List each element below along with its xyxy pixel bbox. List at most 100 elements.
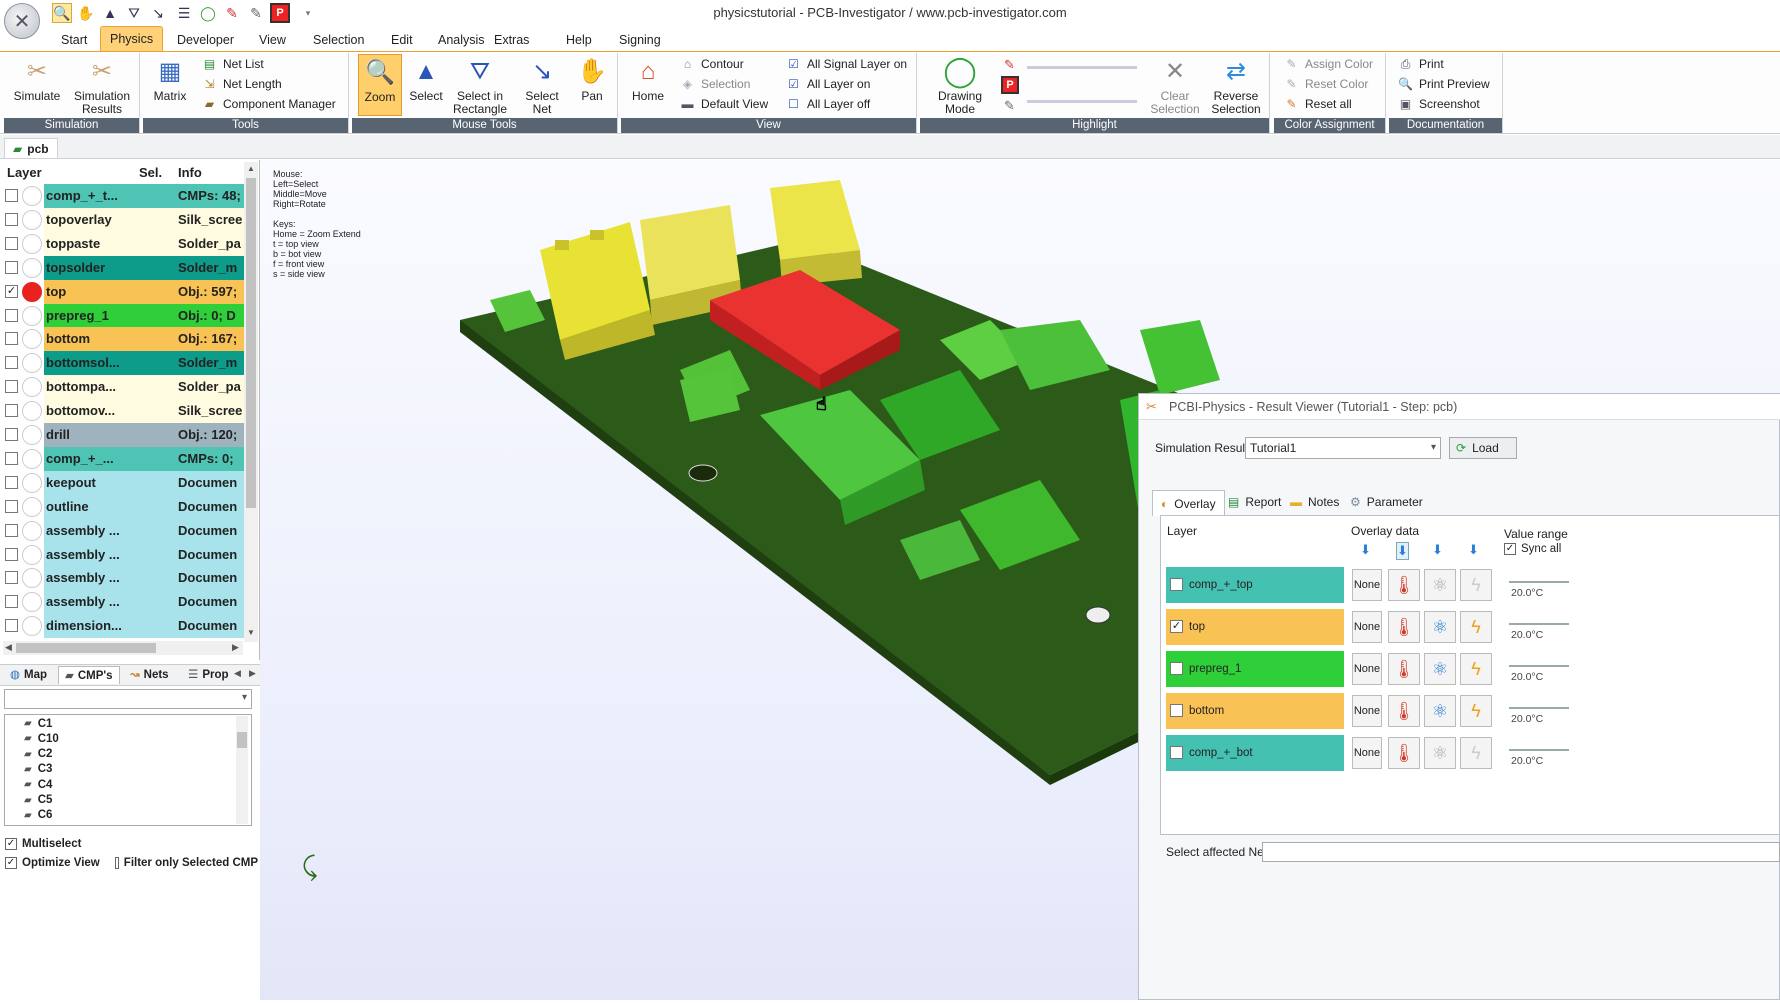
none-overlay-button[interactable]: None [1352,737,1382,769]
value-range-slider[interactable] [1509,665,1569,667]
none-overlay-button[interactable]: None [1352,695,1382,727]
line-opacity-slider[interactable] [1027,100,1137,103]
screenshot-button[interactable]: ▣ Screenshot [1398,95,1480,113]
tab-nets[interactable]: ↝ Nets [124,666,175,684]
layer-sel-cell[interactable] [133,494,174,519]
menu-signing[interactable]: Signing [610,30,670,50]
select-net-button[interactable]: ↘ Select Net [516,54,568,116]
menu-selection[interactable]: Selection [304,30,373,50]
layer-color-dot[interactable] [22,425,42,445]
temperature-icon[interactable]: 🌡 [1388,653,1420,685]
assign-color-button[interactable]: ✎ Assign Color [1284,55,1373,73]
layer-sel-cell[interactable] [133,279,174,304]
layer-color-dot[interactable] [22,281,42,302]
component-manager-button[interactable]: ▰ Component Manager [202,95,336,113]
layer-color-dot[interactable] [22,305,42,326]
checkbox-empty-icon[interactable] [5,595,18,609]
menu-view[interactable]: View [250,30,295,50]
layer-row[interactable]: bottom Obj.: 167; [3,327,244,352]
layer-sel-cell[interactable] [133,327,174,352]
none-overlay-button[interactable]: None [1352,569,1382,601]
select-button[interactable]: ▲ Select [404,54,448,116]
none-overlay-button[interactable]: None [1352,611,1382,643]
layer-row[interactable]: bottomsol... Solder_m [3,351,244,376]
layer-sel-cell[interactable] [133,375,174,400]
net-length-button[interactable]: ⇲ Net Length [202,75,281,93]
layer-sel-cell[interactable] [133,566,174,591]
layer-color-dot[interactable] [22,592,42,613]
layer-color-dot[interactable] [22,257,42,278]
tab-report[interactable]: ▤ Report [1220,490,1289,514]
tab-parameter[interactable]: ⚙ Parameter [1342,490,1431,514]
checkbox-empty-icon[interactable] [5,236,18,250]
scroll-right-icon[interactable]: ▶ [232,642,239,653]
layer-row[interactable]: assembly ... Documen [3,590,244,615]
atom-icon[interactable]: ⚛ [1424,569,1456,601]
all-layer-off-button[interactable]: ☐ All Layer off [786,95,870,113]
layer-color-dot[interactable] [22,496,42,517]
layer-row[interactable]: bottompa... Solder_pa [3,375,244,400]
optimize-view-checkbox[interactable]: ✓ Optimize View [5,857,100,869]
lightning-icon[interactable]: ϟ [1460,611,1492,643]
home-button[interactable]: ⌂ Home [626,54,670,116]
layer-color-dot[interactable] [22,233,42,254]
layer-color-dot[interactable] [22,401,42,422]
pen-icon[interactable]: ✎ [1004,57,1015,73]
layer-sel-cell[interactable] [133,470,174,495]
checkbox-empty-icon[interactable] [5,356,18,370]
layer-color-dot[interactable] [22,616,42,637]
checkbox-empty-icon[interactable] [5,571,18,585]
checkbox-empty-icon[interactable] [5,380,18,394]
checkbox-empty-icon[interactable] [5,451,18,465]
highlight-icon[interactable]: P [1001,76,1019,94]
drawing-mode-button[interactable]: ◯ Drawing Mode [930,54,990,116]
layer-sel-cell[interactable] [133,399,174,424]
overlay-down-icon[interactable]: ⬇ [1468,542,1479,558]
overlay-down-icon[interactable]: ⬇ [1396,542,1409,560]
multiselect-checkbox[interactable]: ✓ Multiselect [5,838,81,850]
layer-color-dot[interactable] [22,186,42,206]
checkbox-empty-icon[interactable] [1170,746,1183,759]
menu-developer[interactable]: Developer [168,30,243,50]
clear-selection-button[interactable]: ✕ Clear Selection [1148,54,1202,116]
tab-overlay[interactable]: ◐ Overlay [1152,490,1225,516]
component-list-item[interactable]: ▰ C5 [24,793,52,808]
pen2-icon[interactable]: ✎ [1004,98,1015,114]
reset-color-button[interactable]: ✎ Reset Color [1284,75,1368,93]
menu-edit[interactable]: Edit [382,30,422,50]
temperature-icon[interactable]: 🌡 [1388,611,1420,643]
checkbox-empty-icon[interactable] [1170,704,1183,717]
checkbox-empty-icon[interactable] [5,189,18,202]
layer-row[interactable]: ✓ top Obj.: 597; [3,279,244,304]
component-list-item[interactable]: ▰ C4 [24,777,52,792]
contour-button[interactable]: ⌂ Contour [680,55,744,73]
lightning-icon[interactable]: ϟ [1460,695,1492,727]
menu-analysis[interactable]: Analysis [429,30,494,50]
checkbox-checked-icon[interactable]: ✓ [5,284,18,298]
temperature-icon[interactable]: 🌡 [1388,737,1420,769]
value-range-slider[interactable] [1509,581,1569,583]
checkbox-empty-icon[interactable] [5,523,18,537]
tab-scroll-left-icon[interactable]: ◀ [234,668,241,679]
checkbox-empty-icon[interactable] [5,619,18,633]
net-list-button[interactable]: ▤ Net List [202,55,264,73]
checkbox-empty-icon[interactable] [5,332,18,346]
component-list-item[interactable]: ▰ C6 [24,808,52,823]
checkbox-empty-icon[interactable] [1170,662,1183,675]
value-range-slider[interactable] [1509,707,1569,709]
layer-color-dot[interactable] [22,472,42,493]
affected-net-input[interactable] [1262,842,1780,862]
layer-row[interactable]: keepout Documen [3,470,244,495]
atom-icon[interactable]: ⚛ [1424,695,1456,727]
simulate-button[interactable]: ✂ Simulate [10,54,64,116]
checkbox-empty-icon[interactable] [5,308,18,322]
lightning-icon[interactable]: ϟ [1460,653,1492,685]
scroll-up-icon[interactable]: ▲ [247,164,255,173]
layer-row[interactable]: assembly ... Documen [3,566,244,591]
value-range-slider[interactable] [1509,623,1569,625]
zoom-button[interactable]: 🔍 Zoom [358,54,402,116]
layer-sel-cell[interactable] [133,518,174,543]
component-list-item[interactable]: ▰ C3 [24,762,52,777]
tab-cmps[interactable]: ▰ CMP's [58,666,120,684]
line-width-slider[interactable] [1027,66,1137,69]
